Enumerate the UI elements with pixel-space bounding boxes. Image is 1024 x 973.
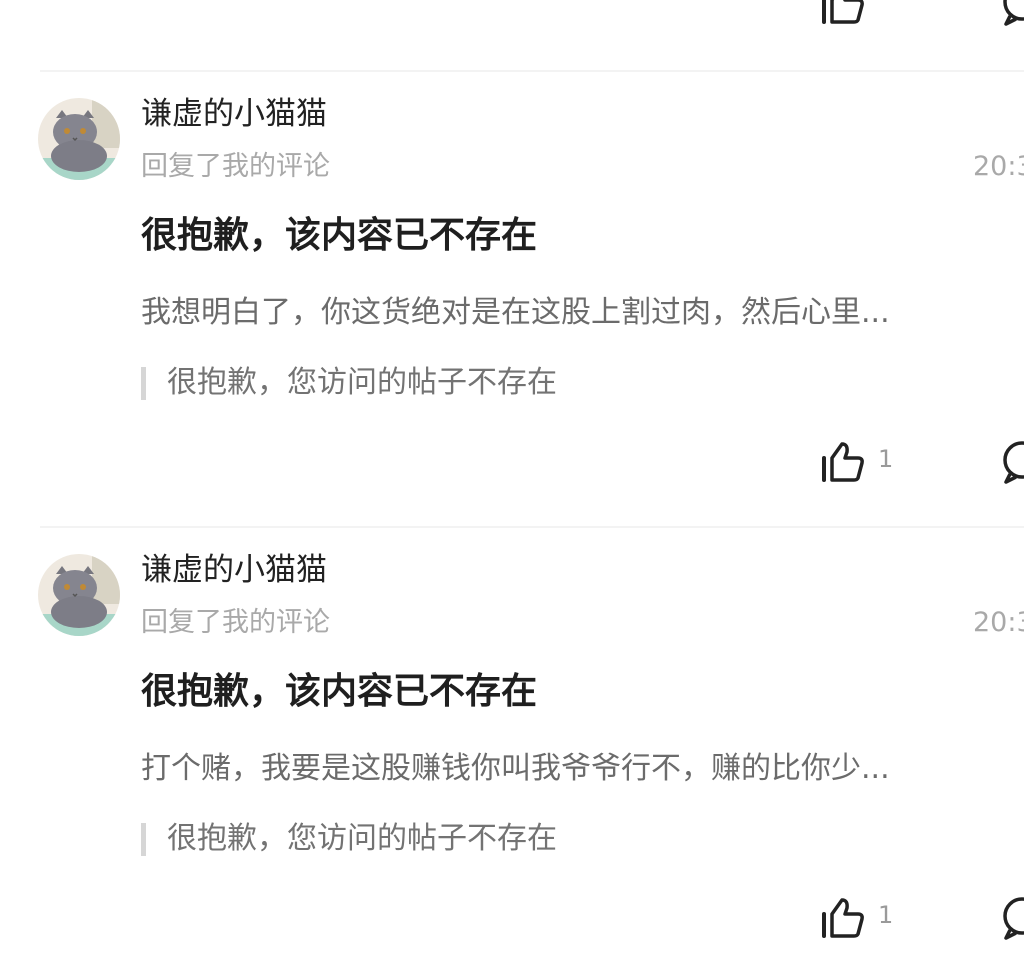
thumbs-up-icon: [822, 442, 864, 482]
like-button[interactable]: 1: [820, 896, 900, 942]
comment-text: 很抱歉，该内容已不存在: [141, 215, 538, 256]
comment-icon[interactable]: [1000, 0, 1024, 26]
comment-button[interactable]: [1000, 896, 1024, 942]
comment-icon: [1003, 897, 1024, 940]
comment-icon: [1003, 441, 1024, 484]
timestamp: 20:3: [973, 607, 1024, 638]
comment-item[interactable]: 谦虚的小猫猫 回复了我的评论 20:3 很抱歉，该内容已不存在 打个赌，我要是这…: [0, 528, 1024, 948]
timestamp: 20:3: [973, 151, 1024, 182]
action-text: 回复了我的评论: [141, 607, 330, 638]
comment-text: 很抱歉，该内容已不存在: [141, 671, 538, 712]
thumbs-up-icon: [822, 898, 864, 938]
reply-text: 我想明白了，你这货绝对是在这股上割过肉，然后心里...: [141, 295, 890, 330]
avatar[interactable]: [38, 554, 120, 636]
thumbs-up-icon[interactable]: [820, 0, 868, 26]
like-count: 1: [878, 445, 894, 473]
previous-comment-actions: [0, 0, 1024, 40]
like-count: 1: [878, 901, 894, 929]
quote-text[interactable]: 很抱歉，您访问的帖子不存在: [167, 364, 557, 402]
comment-button[interactable]: [1000, 440, 1024, 486]
comment-item[interactable]: 谦虚的小猫猫 回复了我的评论 20:3 很抱歉，该内容已不存在 我想明白了，你这…: [0, 72, 1024, 492]
reply-text: 打个赌，我要是这股赚钱你叫我爷爷行不，赚的比你少...: [141, 751, 890, 786]
quote-text[interactable]: 很抱歉，您访问的帖子不存在: [167, 820, 557, 858]
like-button[interactable]: 1: [820, 440, 900, 486]
user-name[interactable]: 谦虚的小猫猫: [141, 94, 327, 134]
quote-bar: [141, 823, 146, 856]
action-text: 回复了我的评论: [141, 151, 330, 182]
avatar[interactable]: [38, 98, 120, 180]
user-name[interactable]: 谦虚的小猫猫: [141, 550, 327, 590]
quote-bar: [141, 367, 146, 400]
